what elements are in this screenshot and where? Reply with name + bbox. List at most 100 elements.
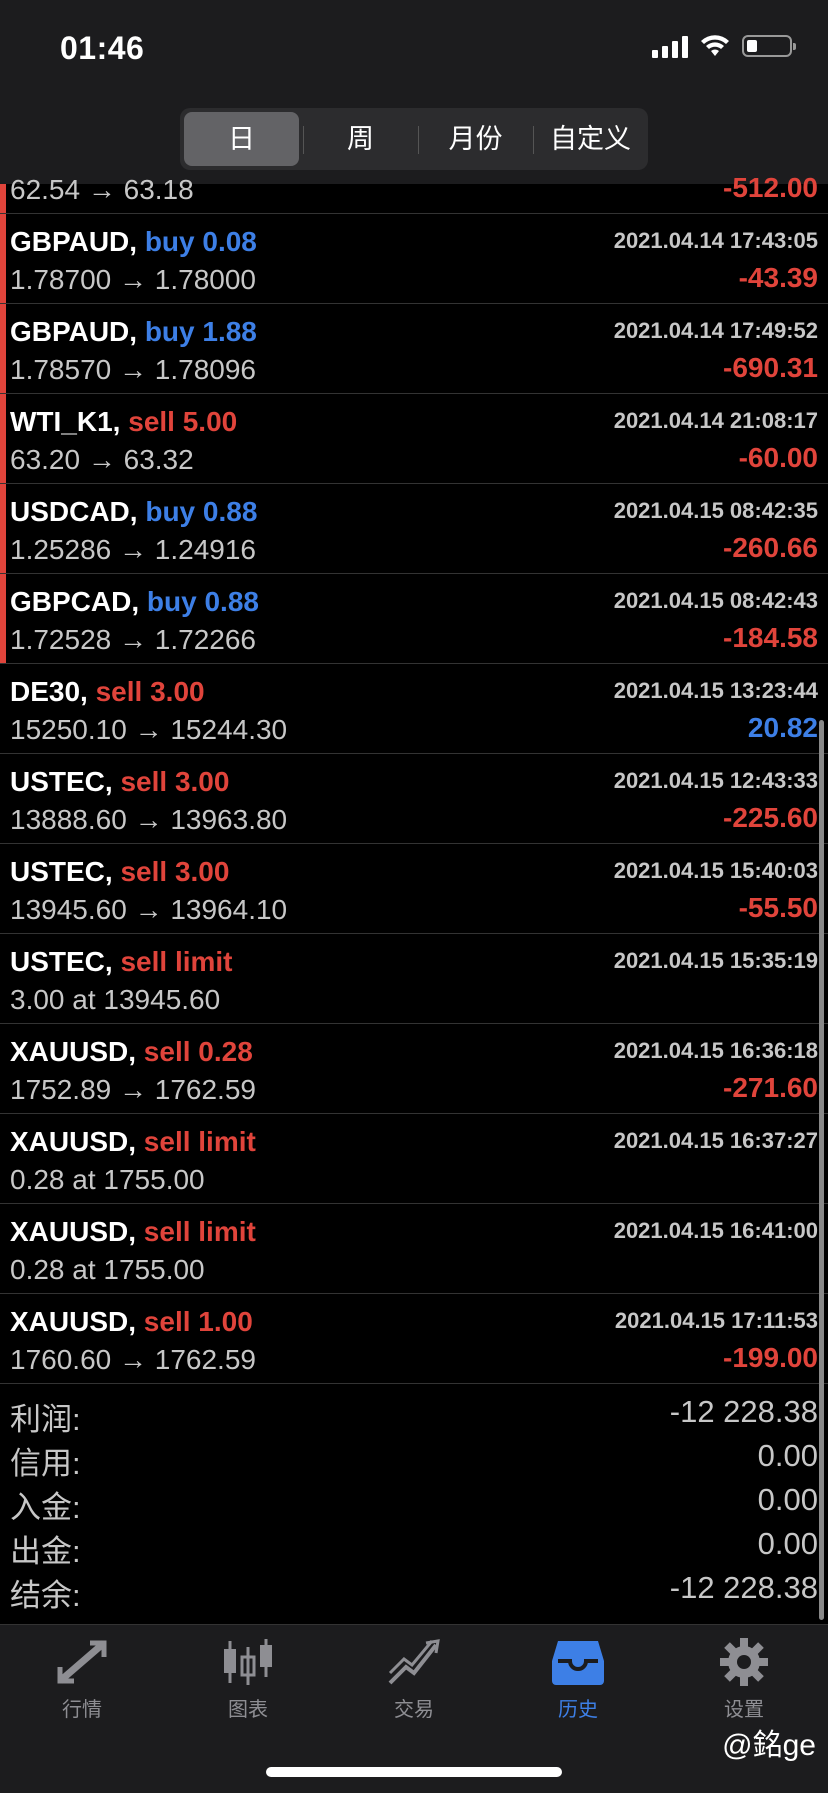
- side-text: sell limit: [143, 1126, 256, 1157]
- price-text: 1760.60 → 1762.59: [10, 1344, 256, 1375]
- symbol-text: XAUUSD,: [10, 1216, 137, 1247]
- list-item[interactable]: WTI_K1, sell 5.00 2021.04.14 21:08:17 63.2…: [0, 394, 828, 484]
- summary-label: 结余:: [10, 1578, 81, 1613]
- price-text: 1.78570 → 1.78096: [10, 354, 256, 385]
- deal-title: DE30, sell 3.00: [10, 676, 205, 708]
- period-segmented-control: 日 周 月份 自定义: [180, 108, 648, 170]
- list-item[interactable]: XAUUSD, sell 1.00 2021.04.15 17:11:53 1760…: [0, 1294, 828, 1384]
- segment-month[interactable]: 月份: [418, 112, 533, 166]
- side-text: buy 0.08: [144, 226, 257, 257]
- deal-title: XAUUSD, sell 0.28: [10, 1036, 253, 1068]
- side-text: sell 1.00: [143, 1306, 253, 1337]
- summary-row: 入金: 0.00: [0, 1478, 828, 1525]
- wifi-icon: [701, 35, 729, 56]
- price-text: 1.72528 → 1.72266: [10, 624, 256, 655]
- side-text: sell limit: [143, 1216, 256, 1247]
- price-text: 62.54 → 63.18: [10, 174, 194, 205]
- profit-text: -260.66: [723, 532, 818, 563]
- side-text: buy 1.88: [144, 316, 257, 347]
- tab-quotes[interactable]: 行情: [22, 1637, 142, 1722]
- summary-value: 0.00: [757, 1438, 818, 1473]
- quotes-arrows-icon: [57, 1640, 107, 1684]
- summary-label: 信用:: [10, 1446, 81, 1481]
- side-text: sell 3.00: [120, 856, 230, 887]
- price-text: 1752.89 → 1762.59: [10, 1074, 256, 1105]
- date-text: 2021.04.15 13:23:44: [613, 678, 818, 703]
- list-item[interactable]: XAUUSD, sell limit 2021.04.15 16:37:27 0.2…: [0, 1114, 828, 1204]
- home-indicator[interactable]: [266, 1767, 562, 1777]
- date-text: 2021.04.15 08:42:43: [613, 588, 818, 613]
- price-text: 3.00 at 13945.60: [10, 984, 221, 1015]
- list-item[interactable]: 62.54 → 63.18 -512.00: [0, 172, 828, 214]
- watermark-text: @銘ge: [722, 1729, 816, 1762]
- symbol-text: XAUUSD,: [10, 1306, 137, 1337]
- tab-charts[interactable]: 图表: [188, 1637, 308, 1722]
- list-item[interactable]: USDCAD, buy 0.88 2021.04.15 08:42:35 1.252…: [0, 484, 828, 574]
- deal-title: XAUUSD, sell 1.00: [10, 1306, 253, 1338]
- profit-text: 20.82: [747, 712, 818, 743]
- symbol-text: USTEC,: [10, 856, 113, 887]
- side-text: sell 5.00: [128, 406, 238, 437]
- side-text: sell 3.00: [120, 766, 230, 797]
- list-item[interactable]: GBPAUD, buy 0.08 2021.04.14 17:43:05 1.787…: [0, 214, 828, 304]
- profit-text: -199.00: [723, 1342, 818, 1373]
- list-item[interactable]: DE30, sell 3.00 2021.04.15 13:23:44 15250.…: [0, 664, 828, 754]
- price-text: 1.25286 → 1.24916: [10, 534, 256, 565]
- tab-bar: 行情 图表 交易 历史 设置: [0, 1624, 828, 1793]
- price-text: 0.28 at 1755.00: [10, 1164, 205, 1195]
- price-text: 13945.60 → 13964.10: [10, 894, 288, 925]
- date-text: 2021.04.15 08:42:35: [613, 498, 818, 523]
- date-text: 2021.04.15 17:11:53: [614, 1308, 818, 1333]
- profit-text: -271.60: [723, 1072, 818, 1103]
- status-icons: [652, 34, 796, 58]
- deal-title: USDCAD, buy 0.88: [10, 496, 257, 528]
- tab-settings[interactable]: 设置: [684, 1637, 804, 1722]
- summary-row: 结余: -12 228.38: [0, 1566, 828, 1613]
- segment-custom[interactable]: 自定义: [533, 112, 648, 166]
- summary-row: 利润: -12 228.38: [0, 1390, 828, 1437]
- profit-text: -184.58: [723, 622, 818, 653]
- date-text: 2021.04.15 15:35:19: [613, 948, 818, 973]
- segment-day[interactable]: 日: [184, 112, 299, 166]
- deal-title: XAUUSD, sell limit: [10, 1126, 256, 1158]
- profit-text: -43.39: [738, 262, 818, 293]
- history-list[interactable]: 62.54 → 63.18 -512.00 GBPAUD, buy 0.08 20…: [0, 172, 828, 1384]
- summary-value: 0.00: [757, 1482, 818, 1517]
- tab-label: 行情: [62, 1699, 102, 1721]
- date-text: 2021.04.14 21:08:17: [613, 408, 818, 433]
- side-text: buy 0.88: [145, 496, 258, 527]
- deal-title: GBPCAD, buy 0.88: [10, 586, 259, 618]
- list-item[interactable]: GBPCAD, buy 0.88 2021.04.15 08:42:43 1.725…: [0, 574, 828, 664]
- date-text: 2021.04.15 16:37:27: [613, 1128, 818, 1153]
- list-item[interactable]: GBPAUD, buy 1.88 2021.04.14 17:49:52 1.785…: [0, 304, 828, 394]
- date-text: 2021.04.15 16:41:00: [613, 1218, 818, 1243]
- symbol-text: GBPAUD,: [10, 226, 138, 257]
- symbol-text: USTEC,: [10, 766, 113, 797]
- summary-label: 出金:: [10, 1534, 81, 1569]
- gear-icon: [720, 1638, 768, 1686]
- summary-value: -12 228.38: [669, 1570, 818, 1605]
- symbol-text: GBPAUD,: [10, 316, 138, 347]
- list-item[interactable]: XAUUSD, sell 0.28 2021.04.15 16:36:18 1752…: [0, 1024, 828, 1114]
- list-item[interactable]: USTEC, sell 3.00 2021.04.15 12:43:33 13888…: [0, 754, 828, 844]
- symbol-text: XAUUSD,: [10, 1036, 137, 1067]
- profit-text: -55.50: [738, 892, 818, 923]
- scrollbar[interactable]: [819, 720, 824, 1620]
- list-item[interactable]: USTEC, sell limit 2021.04.15 15:35:19 3.00…: [0, 934, 828, 1024]
- list-item[interactable]: USTEC, sell 3.00 2021.04.15 15:40:03 13945…: [0, 844, 828, 934]
- profit-text: -512.00: [723, 172, 818, 203]
- deal-title: USTEC, sell limit: [10, 946, 233, 978]
- symbol-text: WTI_K1,: [10, 406, 121, 437]
- summary-section: 利润: -12 228.38 信用: 0.00 入金: 0.00 出金: 0.00 结余: -12…: [0, 1390, 828, 1613]
- date-text: 2021.04.15 16:36:18: [613, 1038, 818, 1063]
- tab-history[interactable]: 历史: [518, 1637, 638, 1722]
- segment-week[interactable]: 周: [303, 112, 418, 166]
- list-item[interactable]: XAUUSD, sell limit 2021.04.15 16:41:00 0.2…: [0, 1204, 828, 1294]
- price-text: 0.28 at 1755.00: [10, 1254, 205, 1285]
- cellular-signal-icon: [652, 34, 688, 58]
- date-text: 2021.04.15 15:40:03: [613, 858, 818, 883]
- status-time: 01:46: [60, 30, 145, 66]
- candlestick-icon: [224, 1639, 272, 1685]
- deal-title: GBPAUD, buy 1.88: [10, 316, 257, 348]
- tab-trade[interactable]: 交易: [354, 1637, 474, 1722]
